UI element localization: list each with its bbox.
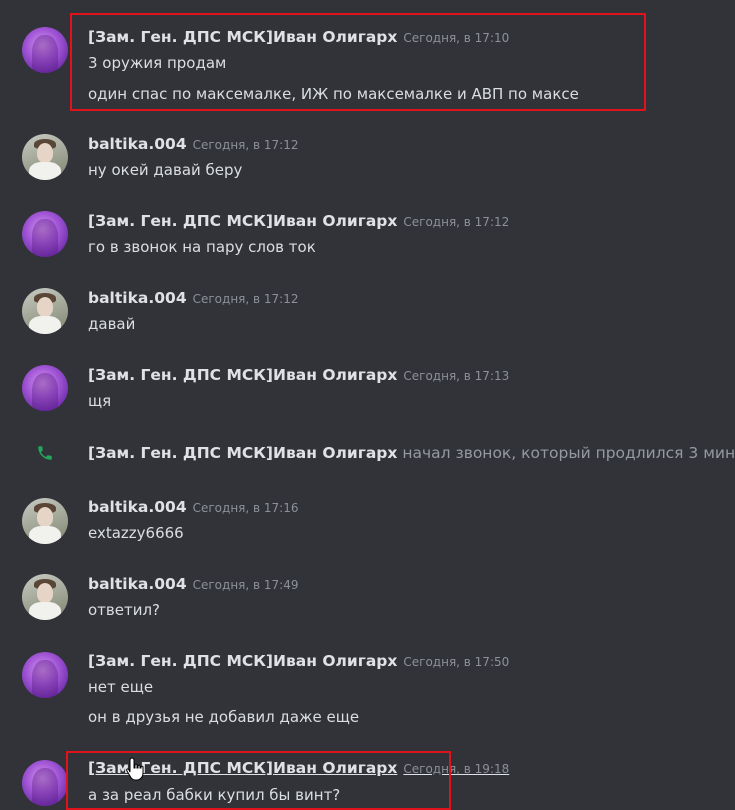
avatar[interactable] — [22, 574, 68, 620]
author-name[interactable]: [Зам. Ген. ДПС МСК]Иван Олигарх Сегодня, … — [88, 366, 509, 384]
message-text: ответил? — [88, 601, 161, 619]
message-text: нет еще — [88, 678, 154, 696]
author-label[interactable]: [Зам. Ген. ДПС МСК]Иван Олигарх — [88, 652, 397, 670]
timestamp: Сегодня, в 17:12 — [192, 292, 299, 306]
author-label[interactable]: baltika.004 — [88, 289, 187, 307]
author-name[interactable]: [Зам. Ген. ДПС МСК]Иван Олигарх Сегодня, … — [88, 652, 509, 670]
phone-icon — [36, 444, 54, 466]
timestamp: Сегодня, в 17:13 — [403, 369, 510, 383]
author-label[interactable]: baltika.004 — [88, 498, 187, 516]
highlight-box — [66, 751, 451, 810]
message-text: го в звонок на пару слов ток — [88, 238, 316, 256]
author-label[interactable]: baltika.004 — [88, 575, 187, 593]
message-text: он в друзья не добавил даже еще — [88, 708, 360, 726]
avatar[interactable] — [22, 134, 68, 180]
author-name[interactable]: baltika.004 Сегодня, в 17:49 — [88, 575, 298, 593]
avatar[interactable] — [22, 365, 68, 411]
avatar[interactable] — [22, 498, 68, 544]
author-name[interactable]: [Зам. Ген. ДПС МСК]Иван Олигарх Сегодня, … — [88, 212, 509, 230]
avatar[interactable] — [22, 652, 68, 698]
author-label[interactable]: baltika.004 — [88, 135, 187, 153]
call-text: начал звонок, который продлился 3 минут — [402, 444, 735, 462]
timestamp: Сегодня, в 17:16 — [192, 501, 299, 515]
avatar[interactable] — [22, 760, 68, 806]
avatar[interactable] — [22, 211, 68, 257]
avatar[interactable] — [22, 288, 68, 334]
author-name[interactable]: baltika.004 Сегодня, в 17:12 — [88, 289, 298, 307]
call-author[interactable]: [Зам. Ген. ДПС МСК]Иван Олигарх — [88, 444, 397, 462]
message-text: давай — [88, 315, 136, 333]
avatar[interactable] — [22, 27, 68, 73]
timestamp: Сегодня, в 17:12 — [192, 138, 299, 152]
message-text: щя — [88, 392, 112, 410]
highlight-box — [70, 13, 646, 111]
timestamp: Сегодня, в 17:49 — [192, 578, 299, 592]
timestamp: Сегодня, в 17:50 — [403, 655, 510, 669]
author-name[interactable]: baltika.004 Сегодня, в 17:16 — [88, 498, 298, 516]
message-text: ну окей давай беру — [88, 161, 243, 179]
timestamp: Сегодня, в 17:12 — [403, 215, 510, 229]
message-text: extazzy6666 — [88, 524, 184, 542]
hand-cursor-icon — [126, 756, 146, 786]
author-label[interactable]: [Зам. Ген. ДПС МСК]Иван Олигарх — [88, 212, 397, 230]
author-label[interactable]: [Зам. Ген. ДПС МСК]Иван Олигарх — [88, 366, 397, 384]
author-name[interactable]: baltika.004 Сегодня, в 17:12 — [88, 135, 298, 153]
